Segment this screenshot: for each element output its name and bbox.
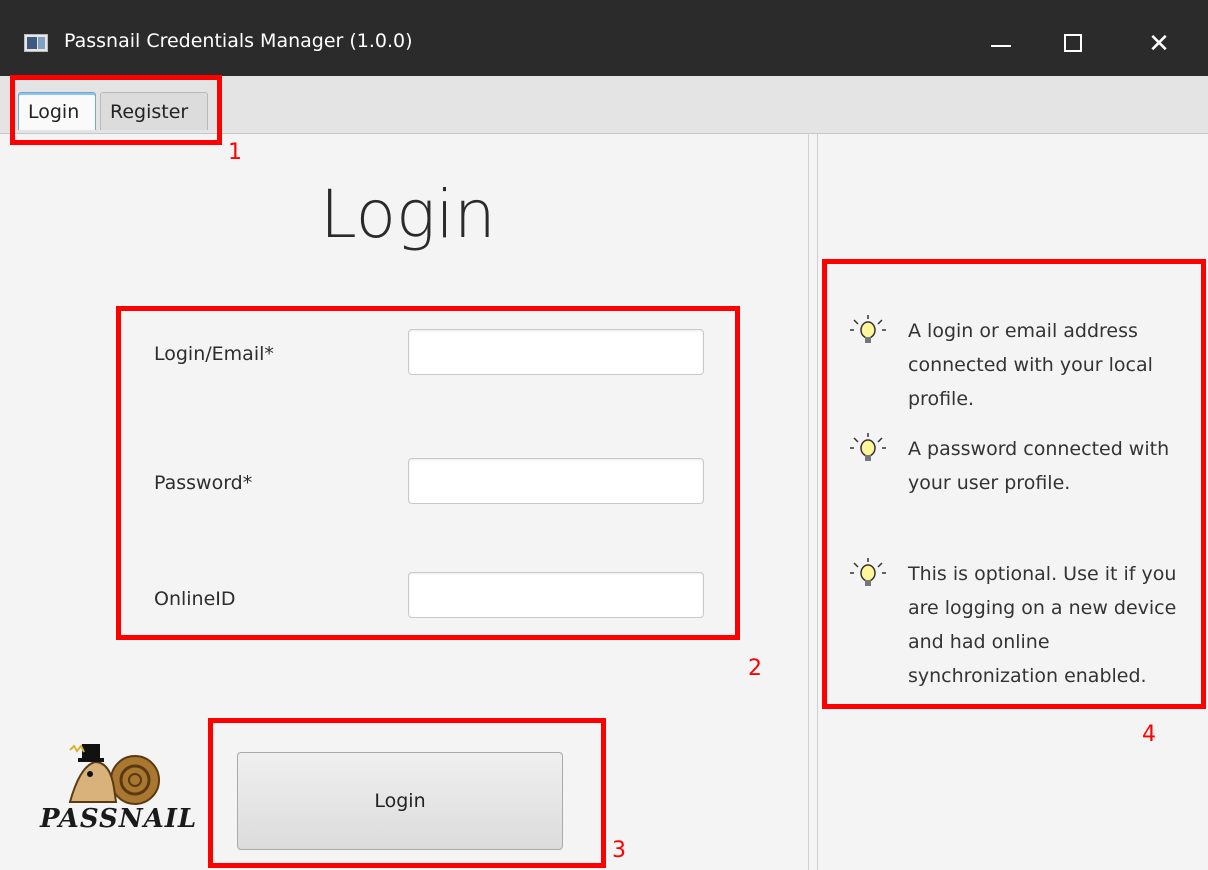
page-title: Login xyxy=(320,176,496,253)
passnail-logo: PASSNAIL xyxy=(40,736,210,836)
annotation-box-4 xyxy=(822,259,1206,709)
annotation-number-3: 3 xyxy=(612,838,626,863)
annotation-number-2: 2 xyxy=(748,656,762,681)
close-icon[interactable]: ✕ xyxy=(1129,18,1189,70)
annotation-box-1 xyxy=(10,75,222,145)
split-pane-divider[interactable] xyxy=(808,134,818,870)
logo-text: PASSNAIL xyxy=(40,804,198,834)
app-icon xyxy=(24,34,48,52)
window-title: Passnail Credentials Manager (1.0.0) xyxy=(64,30,413,52)
maximize-icon[interactable] xyxy=(1043,18,1103,70)
snail-icon xyxy=(68,744,160,805)
annotation-number-4: 4 xyxy=(1142,722,1156,747)
title-bar: Passnail Credentials Manager (1.0.0) ✕ xyxy=(0,0,1208,76)
annotation-box-2 xyxy=(116,306,740,640)
annotation-box-3 xyxy=(208,718,606,868)
minimize-icon[interactable] xyxy=(970,18,1030,70)
annotation-number-1: 1 xyxy=(228,140,242,165)
